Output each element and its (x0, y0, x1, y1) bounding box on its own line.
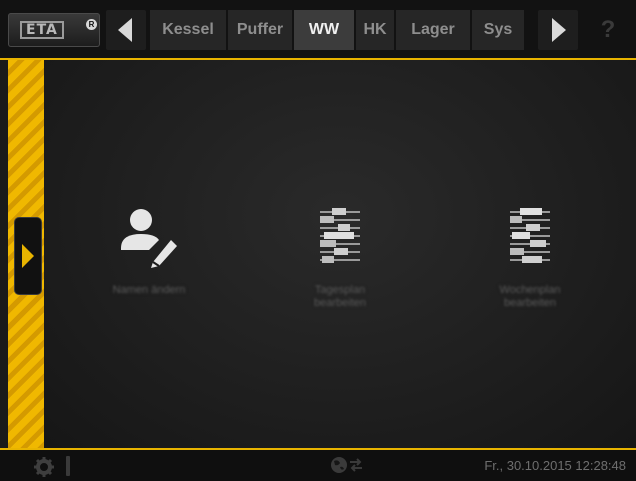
eta-logo[interactable]: ETA R (8, 13, 100, 47)
sliders-icon (510, 208, 550, 263)
chevron-left-icon (118, 18, 132, 42)
warning-indicator-icon (66, 456, 70, 476)
tab-scroll-left-button[interactable] (106, 10, 146, 50)
tab-scroll-right-button[interactable] (538, 10, 578, 50)
globe-icon[interactable] (330, 456, 348, 474)
tab-lager[interactable]: Lager (396, 10, 470, 50)
sync-arrows-icon (350, 458, 362, 472)
tab-sys[interactable]: Sys (472, 10, 524, 50)
tab-ww[interactable]: WW (294, 10, 354, 50)
chevron-right-icon (552, 18, 566, 42)
gear-icon[interactable] (34, 457, 54, 477)
tab-kessel[interactable]: Kessel (150, 10, 226, 50)
chevron-right-icon (22, 244, 34, 268)
registered-icon: R (86, 19, 97, 30)
user-edit-icon (121, 209, 177, 268)
main-panel: Namen ändern Tagesplan bearbeiten Wochen… (44, 60, 636, 448)
status-bar: Fr., 30.10.2015 12:28:48 (0, 448, 636, 481)
tab-puffer[interactable]: Puffer (228, 10, 292, 50)
rename-tile[interactable]: Namen ändern (94, 206, 204, 297)
day-plan-label: Tagesplan bearbeiten (314, 284, 366, 309)
side-panel-toggle[interactable] (15, 218, 41, 294)
datetime-display: Fr., 30.10.2015 12:28:48 (484, 458, 626, 473)
top-bar: ETA R Kessel Puffer WW HK Lager Sys ? (0, 0, 636, 60)
week-plan-label: Wochenplan bearbeiten (499, 284, 561, 309)
rename-label: Namen ändern (112, 284, 186, 296)
day-plan-tile[interactable]: Tagesplan bearbeiten (290, 208, 390, 310)
help-button[interactable]: ? (588, 10, 628, 50)
sliders-icon (320, 208, 360, 263)
logo-text: ETA (20, 21, 64, 39)
tab-hk[interactable]: HK (356, 10, 394, 50)
week-plan-tile[interactable]: Wochenplan bearbeiten (480, 208, 580, 310)
